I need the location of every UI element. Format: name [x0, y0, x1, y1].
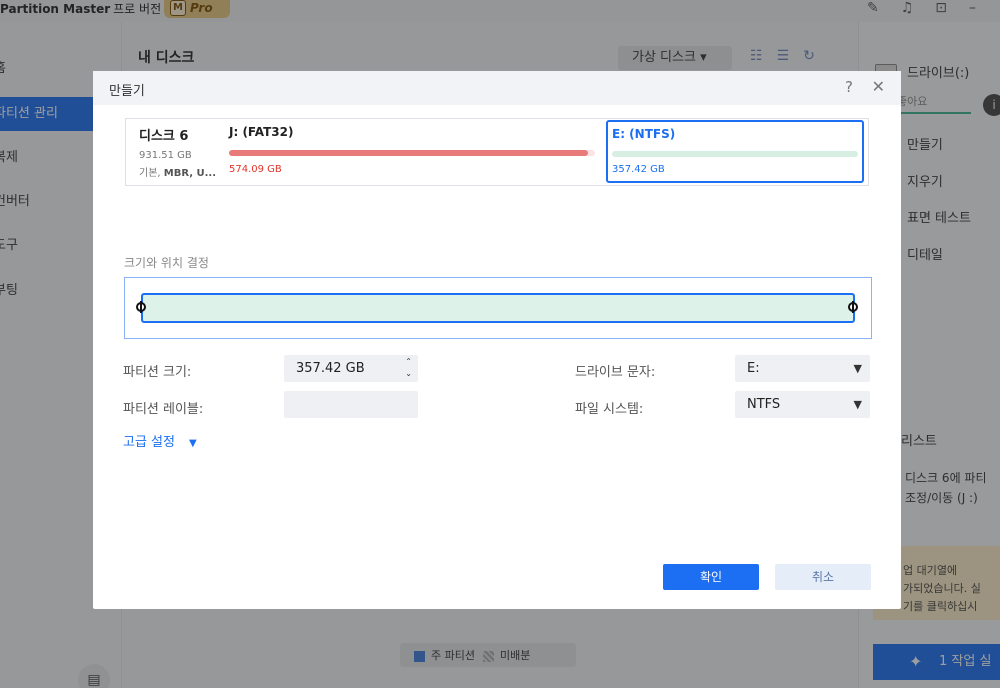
drive-letter-select[interactable]: E: ▼ — [735, 355, 870, 382]
partition-range-bar[interactable] — [141, 293, 855, 323]
partition-label-label: 파티션 레이블: — [123, 402, 204, 417]
right-resize-handle[interactable] — [848, 301, 858, 313]
size-position-caption: 크기와 위치 결정 — [124, 256, 209, 270]
chevron-down-icon: ▼ — [853, 362, 862, 375]
partition-size-value: 357.42 GB — [296, 361, 365, 376]
disk-info: 디스크 6 931.51 GB 기본, MBR, U... — [126, 119, 222, 185]
create-partition-dialog: 만들기 ? ✕ 디스크 6 931.51 GB 기본, MBR, U... J:… — [93, 71, 901, 609]
advanced-settings-label: 고급 설정 — [123, 435, 175, 450]
help-icon[interactable]: ? — [845, 78, 853, 96]
partition-j-size: 574.09 GB — [229, 164, 282, 175]
partition-j[interactable]: J: (FAT32) 574.09 GB — [229, 125, 597, 181]
partition-size-label: 파티션 크기: — [123, 365, 192, 380]
close-icon[interactable]: ✕ — [872, 77, 885, 96]
disk-type-prefix: 기본, — [139, 168, 164, 179]
dialog-title: 만들기 — [109, 84, 145, 99]
dialog-header: 만들기 ? ✕ — [93, 71, 901, 105]
size-position-slider — [124, 277, 872, 339]
caret-down-icon: ▼ — [188, 438, 197, 449]
left-resize-handle[interactable] — [136, 301, 146, 313]
chevron-down-icon: ▼ — [853, 398, 862, 411]
disk-type-bold: MBR, U... — [163, 168, 217, 179]
drive-letter-value: E: — [747, 361, 760, 376]
partition-size-input[interactable]: 357.42 GB ⌃ ⌄ — [284, 355, 418, 382]
spinner-icon[interactable]: ⌃ ⌄ — [405, 356, 412, 380]
disk-size: 931.51 GB — [139, 150, 192, 161]
disk-type: 기본, MBR, U... — [139, 164, 222, 179]
disk-map: 디스크 6 931.51 GB 기본, MBR, U... J: (FAT32)… — [125, 118, 869, 186]
partition-j-bar — [229, 150, 588, 156]
file-system-select[interactable]: NTFS ▼ — [735, 391, 870, 418]
partition-e-label: E: (NTFS) — [612, 127, 676, 141]
file-system-value: NTFS — [747, 397, 781, 412]
partition-j-label: J: (FAT32) — [229, 125, 294, 139]
partition-e-size: 357.42 GB — [612, 164, 665, 175]
partition-e-bar — [612, 151, 858, 157]
partition-label-input[interactable] — [284, 391, 418, 418]
advanced-settings-toggle[interactable]: 고급 설정 ▼ — [123, 431, 197, 450]
cancel-button[interactable]: 취소 — [775, 564, 871, 590]
ok-button[interactable]: 확인 — [663, 564, 759, 590]
drive-letter-label: 드라이브 문자: — [575, 365, 656, 380]
disk-name: 디스크 6 — [139, 129, 189, 144]
partition-e[interactable]: E: (NTFS) 357.42 GB — [606, 120, 864, 183]
file-system-label: 파일 시스템: — [575, 402, 644, 417]
